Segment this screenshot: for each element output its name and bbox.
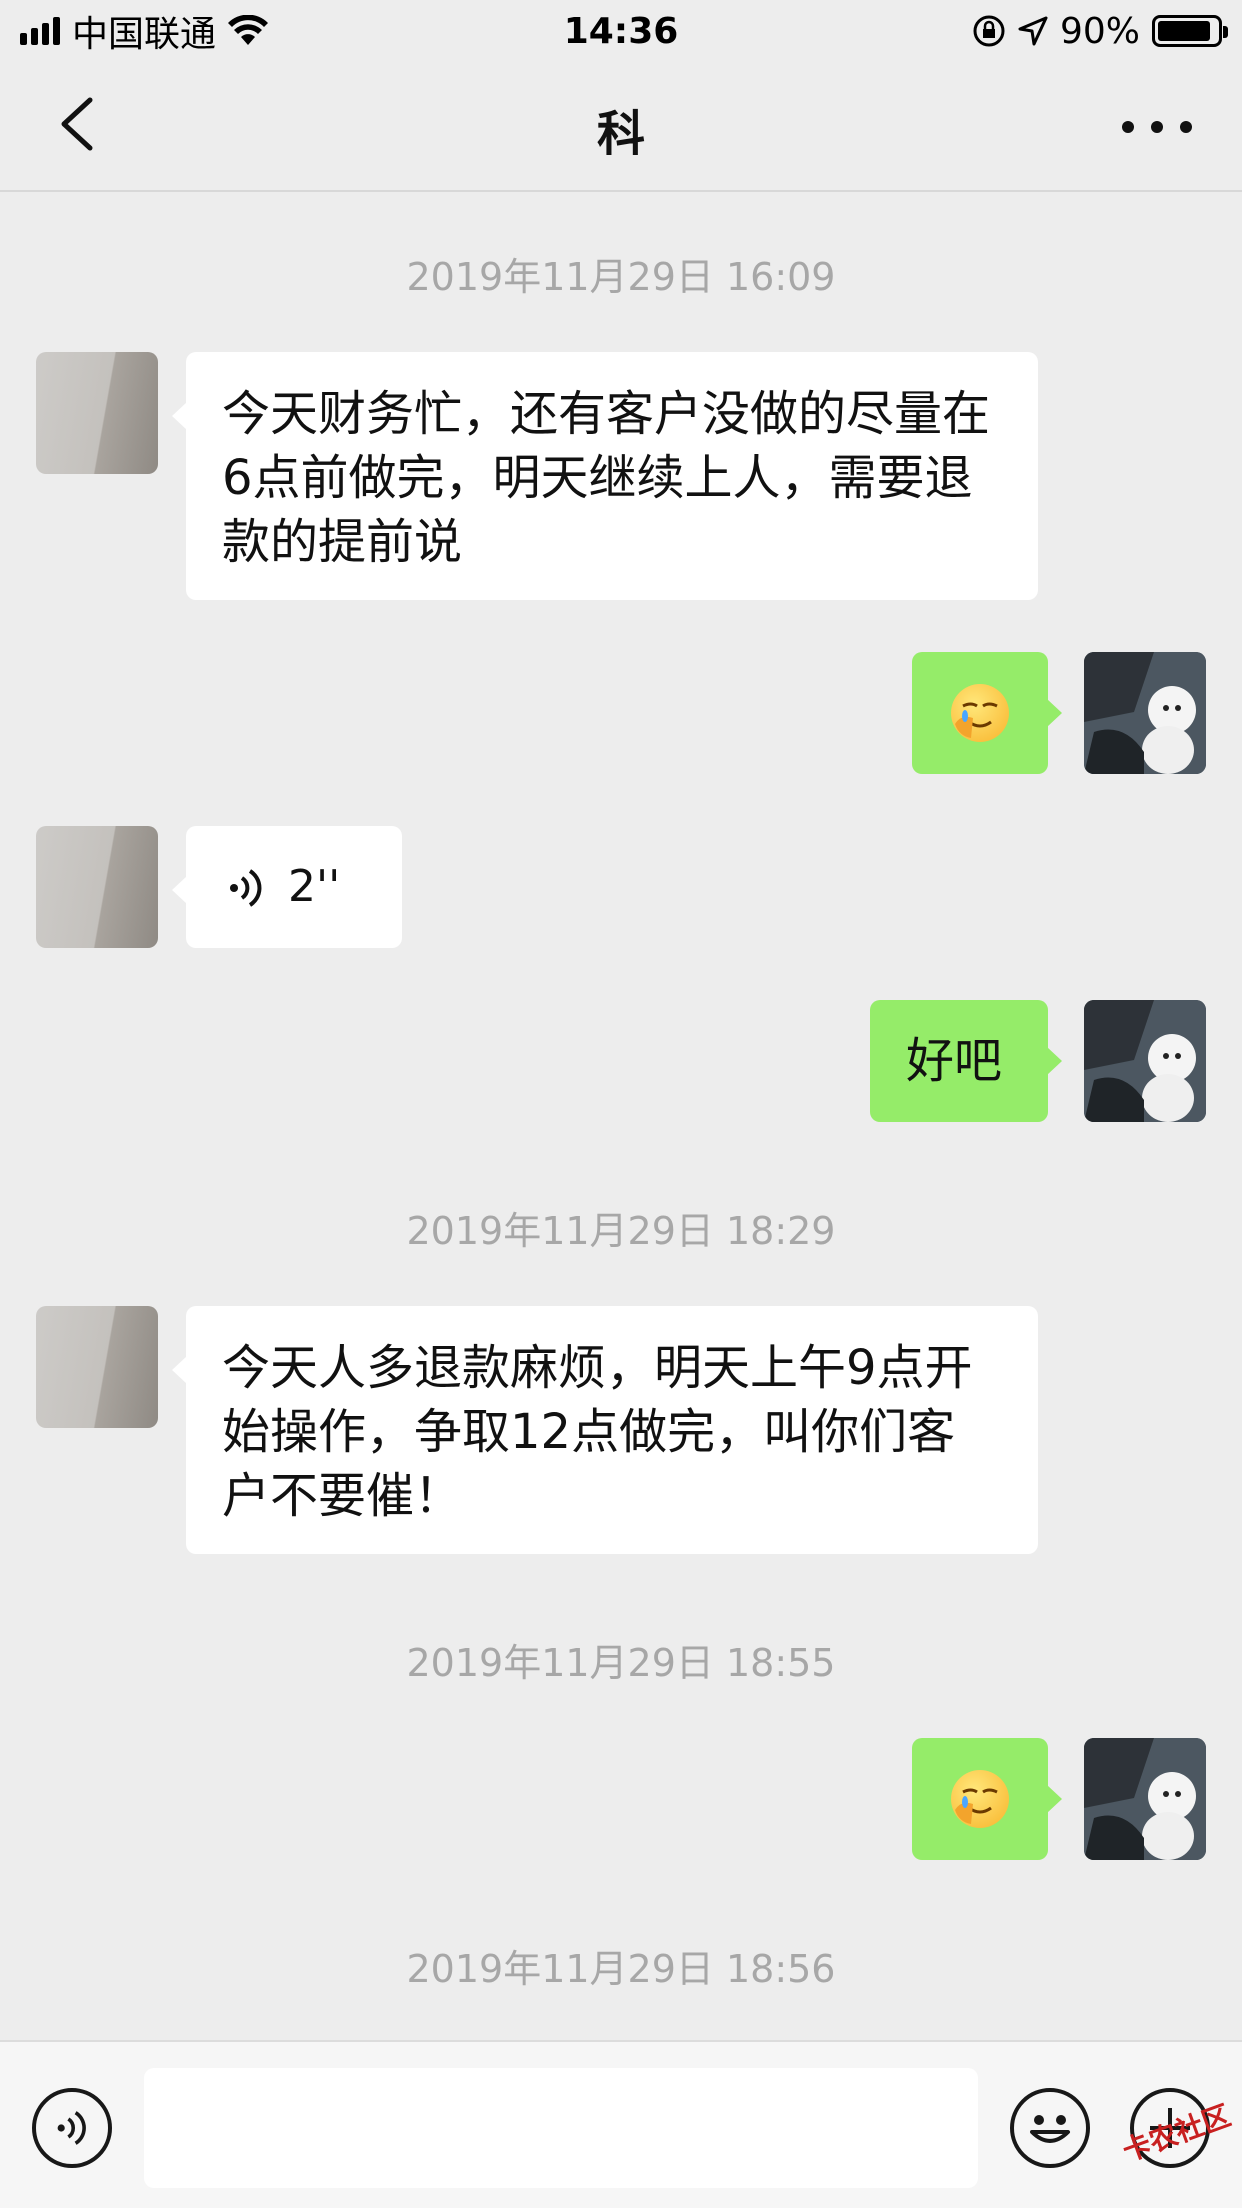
- nav-bar: 科: [0, 62, 1242, 192]
- emoji-icon: [1030, 2115, 1070, 2143]
- message-bubble[interactable]: 今天人多退款麻烦，明天上午9点开始操作，争取12点做完，叫你们客户不要催！: [172, 1306, 1038, 1554]
- timestamp: 2019年11月29日 18:55: [406, 1641, 836, 1685]
- message-text: 今天人多退款麻烦，明天上午9点开始操作，争取12点做完，叫你们客户不要催！: [222, 1340, 973, 1524]
- avatar-self[interactable]: [1084, 1738, 1206, 1860]
- signal-icon: [20, 17, 60, 45]
- message-bubble-emoji[interactable]: [912, 1738, 1062, 1860]
- voice-icon: [57, 2111, 86, 2145]
- message-bubble[interactable]: 今天财务忙，还有客户没做的尽量在6点前做完，明天继续上人，需要退款的提前说: [172, 352, 1038, 600]
- battery-fill: [1158, 21, 1211, 41]
- avatar[interactable]: [36, 352, 158, 474]
- message-input[interactable]: [144, 2068, 978, 2188]
- battery-icon: [1152, 15, 1228, 47]
- message-text: 好吧: [906, 1033, 1003, 1089]
- avatar[interactable]: [36, 826, 158, 948]
- rotation-lock-icon: [973, 15, 1005, 47]
- message-bubble-emoji[interactable]: [912, 652, 1062, 774]
- chat-title: 科: [596, 106, 645, 162]
- voice-icon: [230, 869, 262, 907]
- avatar-self[interactable]: [1084, 1000, 1206, 1122]
- carrier-label: 中国联通: [72, 14, 217, 55]
- timestamp: 2019年11月29日 16:09: [406, 255, 836, 299]
- battery-percent: 90%: [1059, 10, 1140, 52]
- chat-area[interactable]: 2019年11月29日 16:09 今天财务忙，还有客户没做的尽量在6点前做完，…: [0, 194, 1242, 2038]
- status-left: 中国联通: [20, 5, 269, 57]
- message-bubble[interactable]: 好吧: [870, 1000, 1062, 1122]
- wifi-icon: [228, 15, 269, 45]
- facepalm-emoji: [951, 684, 1009, 742]
- avatar-self[interactable]: [1084, 652, 1206, 774]
- voice-duration: 2'': [288, 861, 341, 912]
- emoji-button[interactable]: [1010, 2088, 1090, 2168]
- more-dots-icon[interactable]: [1122, 102, 1192, 152]
- location-icon: [1018, 16, 1048, 46]
- status-right: 90%: [972, 10, 1228, 52]
- facepalm-emoji: [951, 1770, 1009, 1828]
- timestamp: 2019年11月29日 18:56: [406, 1947, 836, 1991]
- avatar[interactable]: [36, 1306, 158, 1428]
- voice-message-bubble[interactable]: 2'': [172, 826, 402, 948]
- message-text: 今天财务忙，还有客户没做的尽量在6点前做完，明天继续上人，需要退款的提前说: [222, 386, 991, 570]
- status-bar: 中国联通 14:36 90%: [0, 0, 1242, 62]
- timestamp: 2019年11月29日 18:29: [406, 1209, 836, 1253]
- voice-input-button[interactable]: [32, 2088, 112, 2168]
- input-bar: [0, 2040, 1242, 2208]
